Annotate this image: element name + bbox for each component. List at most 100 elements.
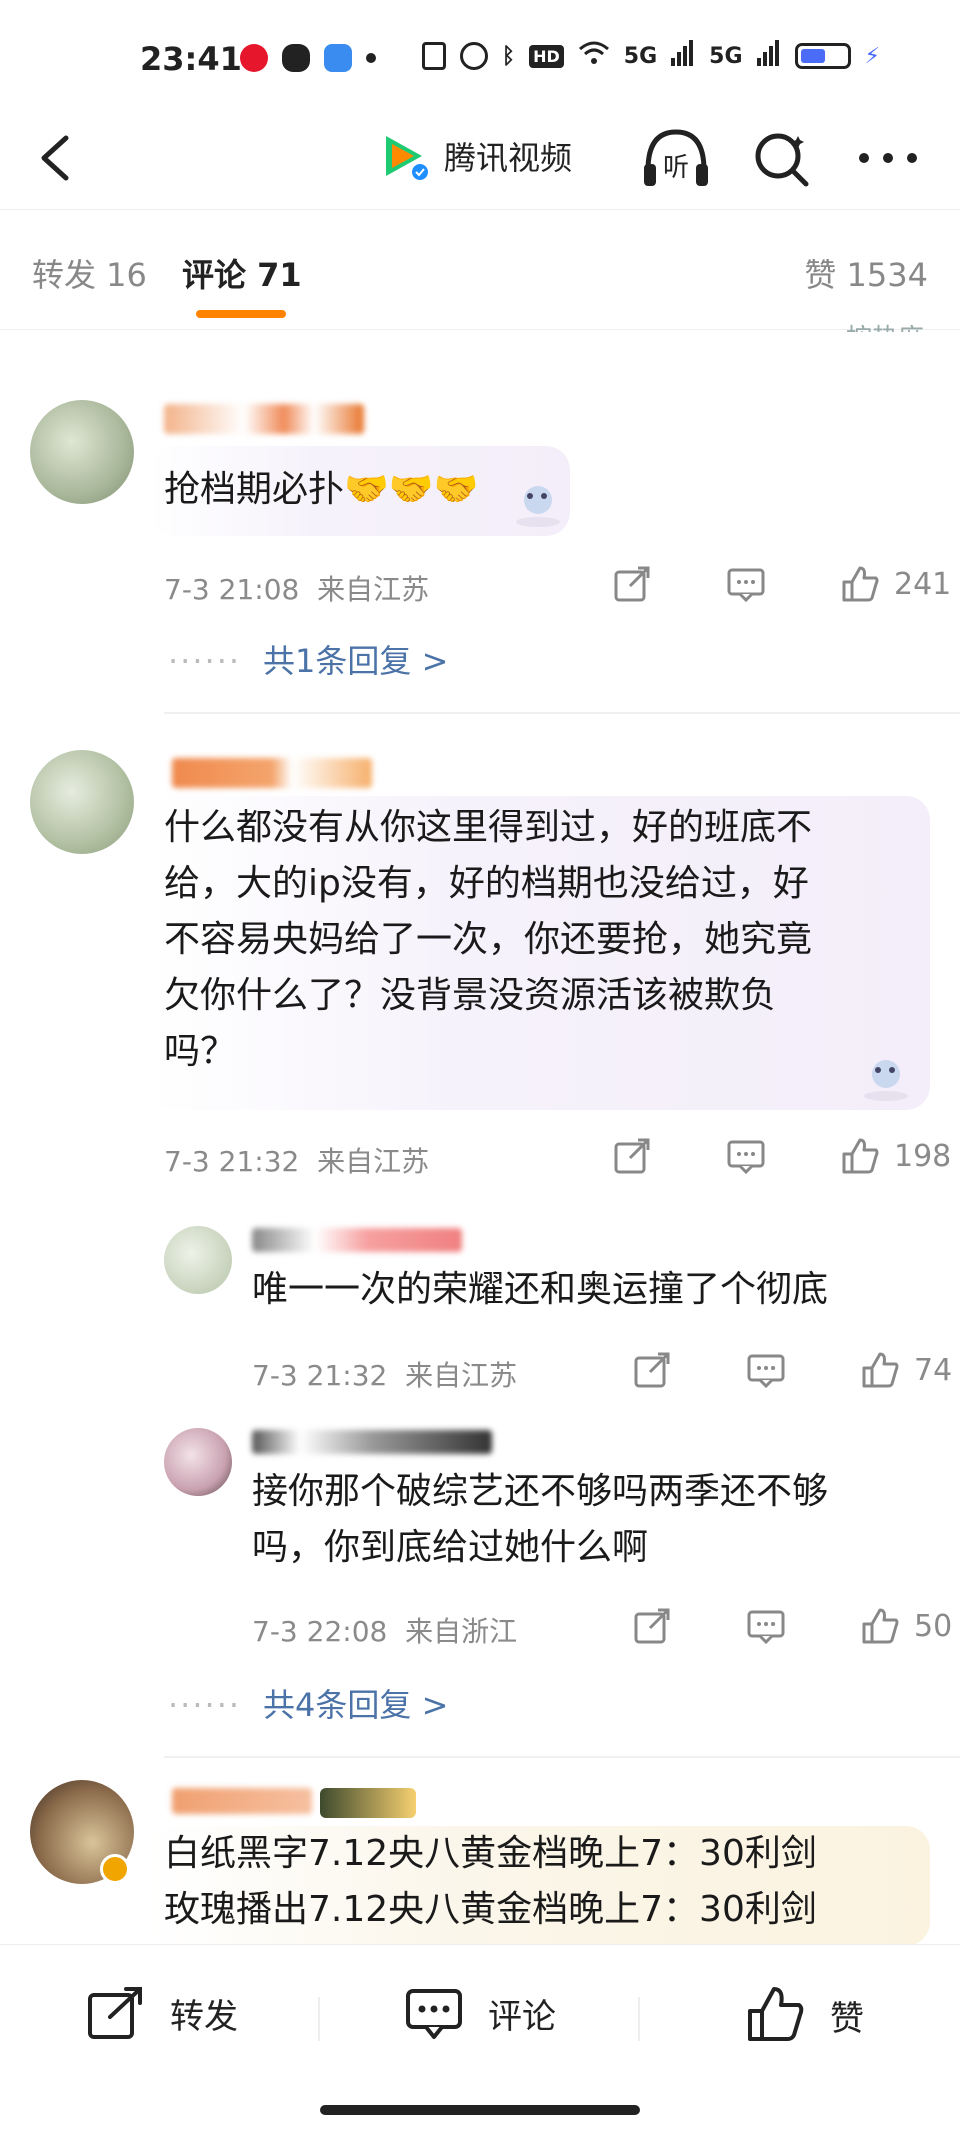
nav-account[interactable]: 腾讯视频 [378, 130, 572, 182]
comment-meta: 7-3 21:08 来自江苏 [164, 568, 429, 608]
reply-meta: 7-3 22:08 来自浙江 [252, 1610, 517, 1650]
bottom-action-bar: 转发 评论 赞 [0, 1944, 960, 2133]
weibo-icon [240, 44, 268, 72]
more-replies-link[interactable]: ······ 共4条回复 > [168, 1680, 448, 1726]
more-replies-label: 共4条回复 > [263, 1686, 449, 1724]
repost-button[interactable]: 转发 [86, 1985, 238, 2041]
listen-icon[interactable]: 听 [640, 126, 712, 190]
like-button[interactable]: 赞 [746, 1985, 864, 2045]
comment-text: 什么都没有从你这里得到过，好的班底不 给，大的ip没有，好的档期也没给过，好 不… [164, 800, 812, 1080]
status-bar: 23:41 ᛒ HD 5G 5G ⚡ [0, 0, 960, 110]
search-icon[interactable] [752, 130, 812, 190]
share-icon[interactable] [612, 1136, 652, 1176]
share-icon[interactable] [632, 1350, 672, 1390]
comment-location: 来自江苏 [317, 1145, 430, 1178]
avatar[interactable] [30, 750, 134, 854]
comment-line: 吗？ [164, 1031, 237, 1072]
comment-meta: 7-3 21:32 来自江苏 [164, 1140, 429, 1180]
reply-username[interactable] [252, 1228, 462, 1252]
verified-badge-icon [100, 1854, 130, 1884]
reply-text: 唯一一次的荣耀还和奥运撞了个彻底 [252, 1269, 829, 1310]
bluetooth-icon: ᛒ [501, 43, 516, 69]
tab-bar: 转发 16 评论 71 赞 1534 [0, 210, 960, 330]
like-icon[interactable] [860, 1606, 900, 1646]
hd-icon: HD [529, 44, 564, 68]
comment-actions: 198 [612, 1136, 951, 1176]
reply-actions: 50 [632, 1606, 952, 1646]
like-icon[interactable] [860, 1350, 900, 1390]
reply-location: 来自浙江 [405, 1615, 518, 1648]
nav-title: 腾讯视频 [444, 139, 573, 177]
status-app-icons [240, 44, 376, 72]
reply-icon[interactable] [746, 1606, 786, 1646]
reply-line: 吗，你到底给过她什么啊 [252, 1527, 649, 1568]
like-icon [748, 1987, 804, 2041]
comment-location: 来自江苏 [317, 573, 430, 606]
dots-icon: ······ [168, 642, 242, 680]
comment-icon [406, 1989, 462, 2039]
like-count: 241 [894, 566, 952, 602]
back-icon[interactable] [30, 130, 86, 186]
comment-actions: 241 [612, 564, 951, 604]
reply-meta: 7-3 21:32 来自江苏 [252, 1354, 517, 1394]
sticker-icon [858, 1050, 914, 1106]
signal-2-icon [756, 40, 781, 72]
like-label: 赞 [830, 1998, 864, 2039]
tab-comment[interactable]: 评论 71 [182, 250, 302, 296]
signal-1-label: 5G [623, 43, 658, 69]
comment-line: 什么都没有从你这里得到过，好的班底不 [164, 807, 813, 848]
comment-button[interactable]: 评论 [404, 1985, 556, 2041]
divider [164, 712, 960, 714]
alarm-icon [459, 42, 488, 70]
username[interactable] [172, 1788, 312, 1814]
status-indicators: ᛒ HD 5G 5G ⚡ [421, 40, 880, 72]
reply-icon[interactable] [726, 1136, 766, 1176]
nfc-icon [421, 42, 446, 70]
reply-line: 接你那个破综艺还不够吗两季还不够 [252, 1471, 829, 1512]
divider [164, 1756, 960, 1758]
reply-location: 来自江苏 [405, 1359, 518, 1392]
more-replies-link[interactable]: ······ 共1条回复 > [168, 636, 448, 682]
reply-icon[interactable] [746, 1350, 786, 1390]
repost-label: 转发 [170, 1996, 238, 2037]
wifi-icon [578, 40, 610, 72]
battery-icon [794, 43, 851, 69]
like-count: 198 [894, 1138, 952, 1174]
avatar[interactable] [30, 400, 134, 504]
like-count: 74 [914, 1352, 953, 1388]
dots-icon: ······ [168, 1686, 242, 1724]
reply-time: 7-3 21:32 [252, 1359, 388, 1392]
wechat-icon [282, 44, 310, 72]
reply-username[interactable] [252, 1430, 492, 1454]
like-icon[interactable] [840, 1136, 880, 1176]
fan-badge-icon [320, 1788, 416, 1818]
reply-avatar[interactable] [164, 1226, 232, 1294]
reply-actions: 74 [632, 1350, 952, 1390]
sort-toggle[interactable]: 按热度 [846, 318, 924, 332]
comment-item: 抢档期必扑🤝🤝🤝 7-3 21:08 来自江苏 241 ······ 共1条回复 … [0, 380, 960, 710]
more-icon[interactable] [856, 146, 920, 170]
tab-like[interactable]: 赞 1534 [804, 250, 928, 296]
comment-time: 7-3 21:32 [164, 1145, 300, 1178]
username[interactable] [172, 758, 372, 788]
tab-repost[interactable]: 转发 16 [32, 250, 147, 296]
reply-avatar[interactable] [164, 1428, 232, 1496]
share-icon[interactable] [612, 564, 652, 604]
home-indicator[interactable] [320, 2105, 640, 2115]
like-icon[interactable] [840, 564, 880, 604]
comment-time: 7-3 21:08 [164, 573, 300, 606]
reply-icon[interactable] [726, 564, 766, 604]
comment-line: 不容易央妈给了一次，你还要抢，她究竟 [164, 919, 813, 960]
reply-text: 接你那个破综艺还不够吗两季还不够 吗，你到底给过她什么啊 [252, 1464, 828, 1576]
comment-item: 什么都没有从你这里得到过，好的班底不 给，大的ip没有，好的档期也没给过，好 不… [0, 730, 960, 1740]
more-replies-label: 共1条回复 > [263, 642, 449, 680]
divider [318, 1997, 320, 2041]
repost-icon [88, 1987, 142, 2039]
app-icon [324, 44, 352, 72]
username[interactable] [164, 404, 364, 434]
share-icon[interactable] [632, 1606, 672, 1646]
tab-active-indicator [196, 310, 286, 318]
comment-line: 欠你什么了？没背景没资源活该被欺负 [164, 975, 777, 1016]
listen-label: 听 [663, 153, 689, 183]
comment-label: 评论 [488, 1996, 556, 2037]
